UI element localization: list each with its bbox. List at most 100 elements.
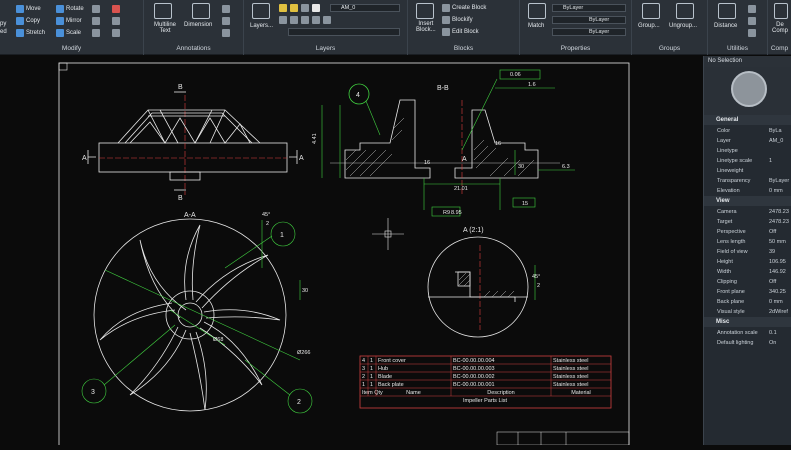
view-navigation-wheel-icon[interactable] — [731, 71, 767, 107]
prop-value[interactable]: 106.95 — [769, 257, 791, 267]
prop-row[interactable]: Layer AM_0 — [704, 136, 791, 146]
prop-row[interactable]: Back plane 0 mm — [704, 297, 791, 307]
mirror-button[interactable]: Mirror — [56, 17, 82, 25]
prop-row[interactable]: Elevation 0 mm — [704, 186, 791, 196]
prop-row[interactable]: Target 2478.23 — [704, 217, 791, 227]
copy-left-label[interactable]: py — [0, 21, 6, 27]
prop-row[interactable]: Front plane 340.25 — [704, 287, 791, 297]
copy-left-label2[interactable]: ed — [0, 29, 7, 35]
prop-row[interactable]: Field of view 39 — [704, 247, 791, 257]
prop-row[interactable]: Height 106.95 — [704, 257, 791, 267]
prop-value[interactable]: Off — [769, 277, 791, 287]
layer-tool-icon-5[interactable] — [323, 16, 331, 24]
prop-value[interactable]: 340.25 — [769, 287, 791, 297]
layer-dropdown[interactable]: AM_0 — [330, 4, 400, 12]
balloon-2-text: 2 — [297, 399, 301, 406]
parts-cell: Hub — [378, 366, 388, 372]
prop-value[interactable]: 2dWiref — [769, 307, 791, 317]
navigation-wheel-area — [704, 67, 791, 115]
prop-section-general[interactable]: General — [704, 115, 791, 125]
prop-row[interactable]: Annotation scale 0.1 — [704, 328, 791, 338]
markup-icon[interactable] — [222, 29, 230, 37]
prop-row[interactable]: Width 146.92 — [704, 267, 791, 277]
rotate-button[interactable]: Rotate — [56, 5, 84, 13]
prop-value[interactable]: 2478.23 — [769, 217, 791, 227]
multiline-text-button[interactable]: Multiline Text — [154, 22, 176, 34]
prop-value[interactable]: On — [769, 338, 791, 348]
blockify-button[interactable]: Blockify — [442, 16, 473, 24]
group-button[interactable]: Group... — [638, 23, 660, 29]
layer-tool-icon-4[interactable] — [312, 16, 320, 24]
array-icon[interactable] — [92, 29, 100, 37]
dim-text-7: 45° — [262, 212, 270, 218]
explode-icon[interactable] — [112, 29, 120, 37]
fillet-icon[interactable] — [92, 5, 100, 13]
layer-filter-field[interactable] — [288, 28, 400, 36]
match-button[interactable]: Match — [528, 23, 544, 29]
prop-row[interactable]: Lineweight — [704, 166, 791, 176]
layer-tool-icon-2[interactable] — [290, 16, 298, 24]
prop-value[interactable]: ByLa — [769, 126, 791, 136]
prop-row[interactable]: Linetype scale 1 — [704, 156, 791, 166]
parts-header-cell: Item Qty — [362, 390, 383, 396]
light-bulb-icon[interactable] — [279, 4, 287, 12]
scale-button[interactable]: Scale — [56, 29, 81, 37]
trim-icon[interactable] — [92, 17, 100, 25]
parts-cell: 1 — [370, 366, 373, 372]
prop-row[interactable]: Transparency ByLayer — [704, 176, 791, 186]
prop-row[interactable]: Visual style 2dWiref — [704, 307, 791, 317]
leader-icon[interactable] — [222, 5, 230, 13]
prop-row[interactable]: Color ByLa — [704, 126, 791, 136]
edit-block-button[interactable]: Edit Block — [442, 28, 479, 36]
utility-icon-2[interactable] — [748, 17, 756, 25]
prop-row[interactable]: Linetype — [704, 146, 791, 156]
layers-button[interactable]: Layers... — [250, 23, 273, 29]
compare-button[interactable]: De Comp — [772, 22, 788, 34]
layer-tool-icon-3[interactable] — [301, 16, 309, 24]
selection-dropdown[interactable]: No Selection — [704, 56, 791, 67]
prop-value[interactable]: Off — [769, 227, 791, 237]
prop-section-view[interactable]: View — [704, 196, 791, 206]
stretch-button[interactable]: Stretch — [16, 29, 45, 37]
prop-value[interactable]: 2478.23 — [769, 207, 791, 217]
lineweight-dropdown[interactable]: ByLayer — [552, 28, 626, 36]
prop-row[interactable]: Camera 2478.23 — [704, 207, 791, 217]
copy-button[interactable]: Copy — [16, 17, 40, 25]
prop-value[interactable]: ByLayer — [769, 176, 791, 186]
drawing-canvas[interactable]: B B A A A-A B-B A 4.41 16 21.01 R9 30 6.… — [0, 56, 703, 448]
prop-row[interactable]: Default lighting On — [704, 338, 791, 348]
layer-color-icon[interactable] — [312, 4, 320, 12]
prop-value[interactable]: 0 mm — [769, 297, 791, 307]
insert-block-button[interactable]: Insert Block... — [416, 21, 436, 33]
prop-value[interactable]: 0.1 — [769, 328, 791, 338]
drawing-svg[interactable]: B B A A A-A B-B A 4.41 16 21.01 R9 30 6.… — [0, 56, 703, 448]
prop-section-misc[interactable]: Misc — [704, 317, 791, 327]
table-icon[interactable] — [222, 17, 230, 25]
layer-tool-icon-1[interactable] — [279, 16, 287, 24]
prop-value[interactable]: 1 — [769, 156, 791, 166]
create-block-button[interactable]: Create Block — [442, 4, 486, 12]
lock-icon[interactable] — [301, 4, 309, 12]
utility-icon-3[interactable] — [748, 29, 756, 37]
prop-row[interactable]: Perspective Off — [704, 227, 791, 237]
prop-value[interactable]: 39 — [769, 247, 791, 257]
ungroup-button[interactable]: Ungroup... — [669, 23, 697, 29]
color-dropdown[interactable]: ByLayer — [552, 4, 626, 12]
prop-value[interactable]: 0 mm — [769, 186, 791, 196]
erase-icon[interactable] — [112, 5, 120, 13]
linetype-dropdown[interactable]: ByLayer — [552, 16, 626, 24]
utility-icon-1[interactable] — [748, 5, 756, 13]
prop-value[interactable]: 50 mm — [769, 237, 791, 247]
move-button[interactable]: Move — [16, 5, 41, 13]
prop-row[interactable]: Clipping Off — [704, 277, 791, 287]
offset-icon[interactable] — [112, 17, 120, 25]
prop-value[interactable]: 146.92 — [769, 267, 791, 277]
distance-icon — [718, 3, 736, 19]
sun-icon[interactable] — [290, 4, 298, 12]
parts-cell: 1 — [370, 382, 373, 388]
prop-name: Clipping — [717, 279, 737, 285]
prop-row[interactable]: Lens length 50 mm — [704, 237, 791, 247]
prop-value[interactable]: AM_0 — [769, 136, 791, 146]
distance-button[interactable]: Distance — [714, 23, 737, 29]
dimension-button[interactable]: Dimension — [184, 22, 212, 28]
